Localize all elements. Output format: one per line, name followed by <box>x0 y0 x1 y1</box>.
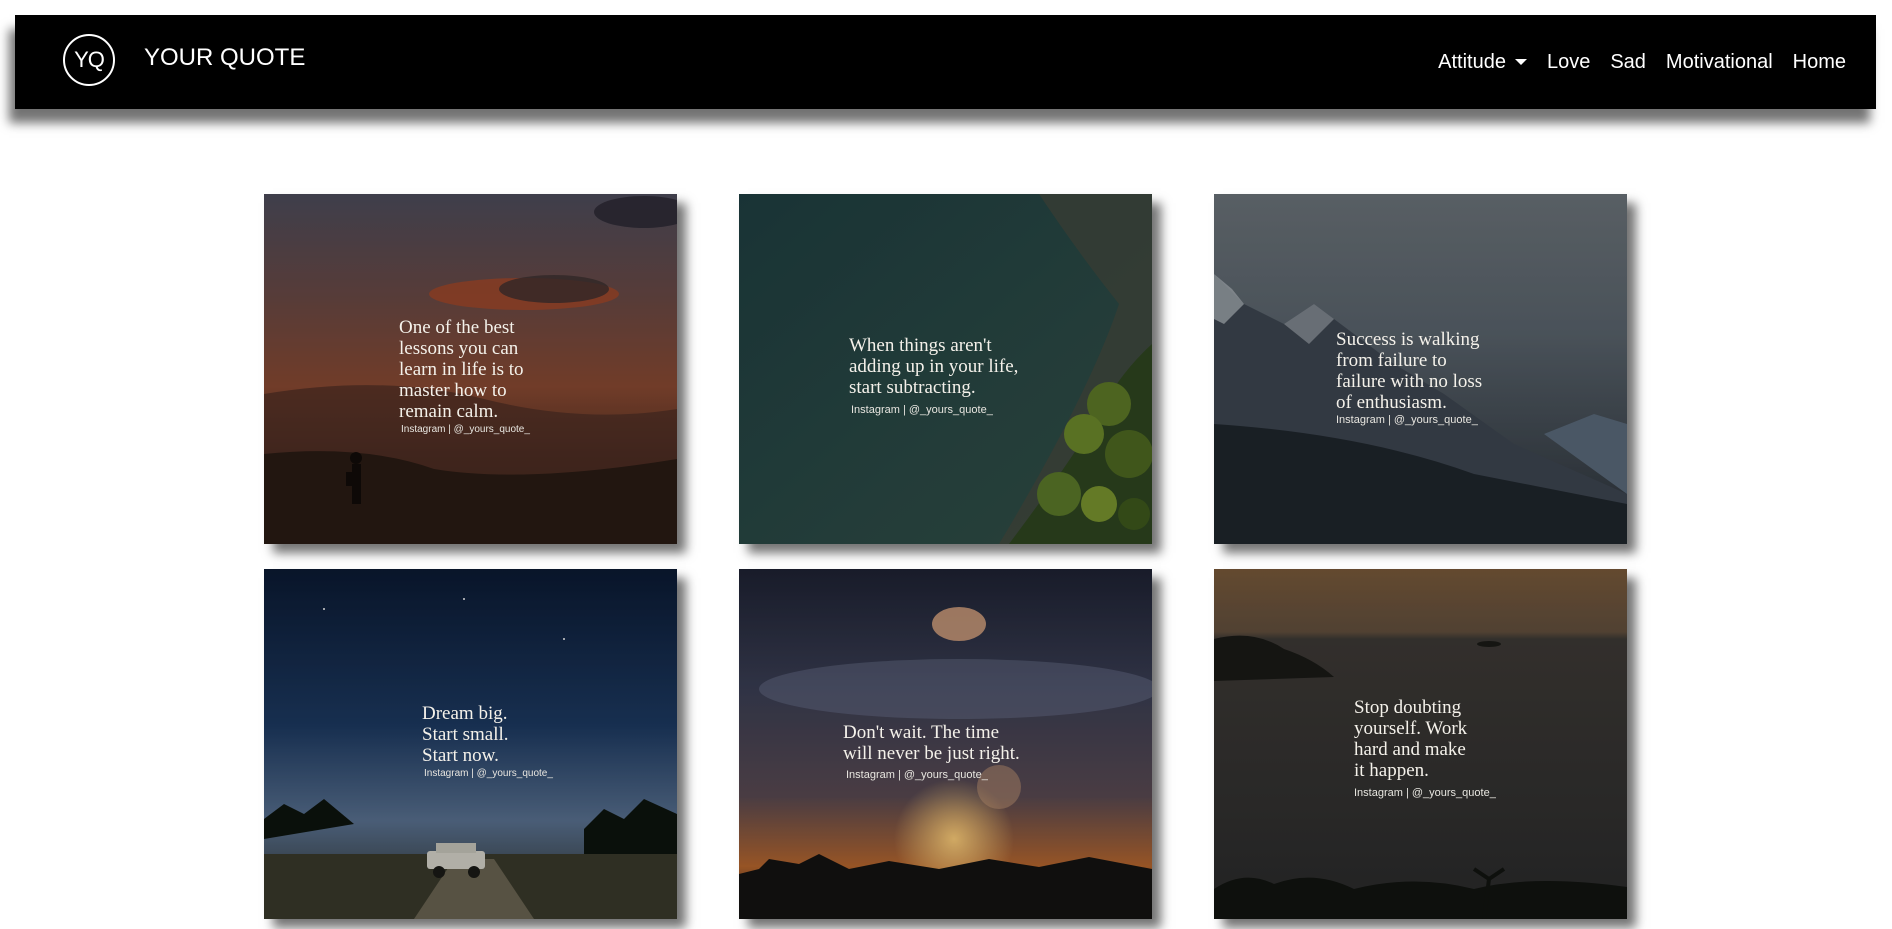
quote-card[interactable]: Don't wait. The time will never be just … <box>739 569 1152 919</box>
brand-title[interactable]: YOUR QUOTE <box>144 44 305 72</box>
chevron-down-icon <box>1514 58 1527 65</box>
quote-card[interactable]: Dream big. Start small. Start now. Insta… <box>264 569 677 919</box>
navbar: YQ YOUR QUOTE Attitude Love Sad Motivati… <box>15 15 1876 109</box>
nav-menu: Attitude Love Sad Motivational Home <box>1438 51 1846 74</box>
nav-item-motivational[interactable]: Motivational <box>1666 51 1773 74</box>
quote-text: Don't wait. The time will never be just … <box>843 722 1020 764</box>
nav-item-sad[interactable]: Sad <box>1610 51 1646 74</box>
quote-credit: Instagram | @_yours_quote_ <box>1336 414 1478 426</box>
quote-card[interactable]: Success is walking from failure to failu… <box>1214 194 1627 544</box>
logo[interactable]: YQ <box>63 34 115 86</box>
quote-text: Dream big. Start small. Start now. <box>422 703 509 766</box>
quote-text: One of the best lessons you can learn in… <box>399 317 524 422</box>
quote-credit: Instagram | @_yours_quote_ <box>851 404 993 416</box>
quote-card[interactable]: One of the best lessons you can learn in… <box>264 194 677 544</box>
quote-card[interactable]: Stop doubting yourself. Work hard and ma… <box>1214 569 1627 919</box>
quote-credit: Instagram | @_yours_quote_ <box>846 769 988 781</box>
nav-item-attitude[interactable]: Attitude <box>1438 51 1527 74</box>
nav-item-love[interactable]: Love <box>1547 51 1590 74</box>
nav-item-home[interactable]: Home <box>1793 51 1846 74</box>
quote-text: Stop doubting yourself. Work hard and ma… <box>1354 697 1468 781</box>
nav-item-label: Attitude <box>1438 51 1506 73</box>
quote-text: Success is walking from failure to failu… <box>1336 329 1483 413</box>
quote-card[interactable]: When things aren't adding up in your lif… <box>739 194 1152 544</box>
quote-credit: Instagram | @_yours_quote_ <box>1354 787 1496 799</box>
quote-credit: Instagram | @_yours_quote_ <box>401 424 530 435</box>
quote-credit: Instagram | @_yours_quote_ <box>424 768 553 779</box>
quote-text: When things aren't adding up in your lif… <box>849 335 1019 398</box>
